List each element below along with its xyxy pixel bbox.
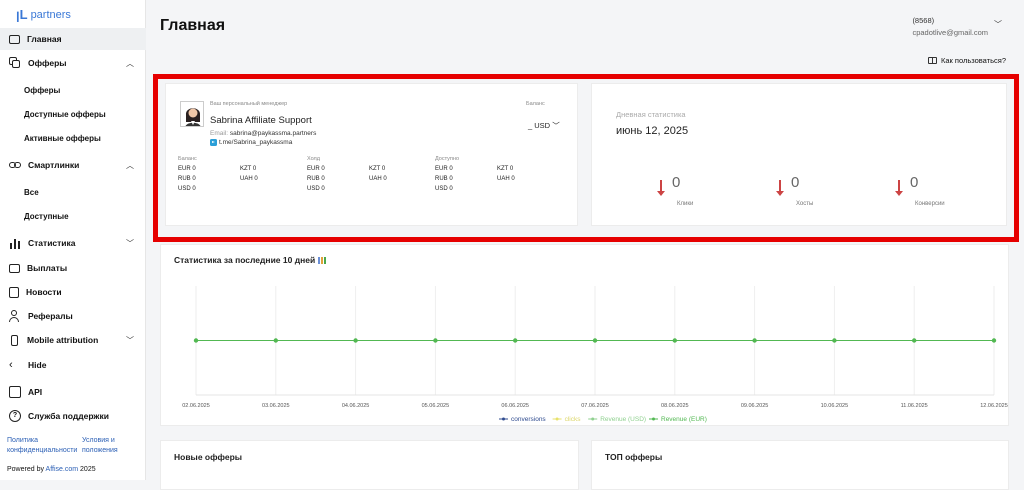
sidebar-item-label: Главная	[27, 34, 62, 44]
sidebar-item-label: Hide	[28, 360, 47, 370]
user-icon	[9, 310, 21, 322]
howto-label: Как пользоваться?	[940, 56, 1006, 65]
x-tick-label: 12.06.2025	[980, 403, 1008, 409]
user-email: cpadotlive@gmail.com	[912, 28, 988, 37]
sidebar-item-smartlinks[interactable]: Смартлинки ︿	[0, 154, 146, 176]
data-point	[991, 338, 997, 343]
offers-icon	[9, 57, 21, 69]
footer-links: Политика конфиденциальности Условия и по…	[7, 436, 142, 456]
phone-icon	[11, 334, 18, 346]
data-point	[433, 338, 438, 343]
page-title: Главная	[160, 17, 226, 34]
new-offers-card: Новые офферы	[160, 440, 579, 490]
sidebar-subitem-all[interactable]: Все	[24, 188, 39, 197]
sidebar-subitem-available-offers[interactable]: Доступные офферы	[24, 110, 106, 119]
sidebar-item-label: Mobile attribution	[27, 335, 99, 345]
logo-mark-icon: ꞁL	[16, 7, 28, 22]
sidebar-item-referrals[interactable]: Рефералы	[0, 305, 146, 327]
link-icon	[9, 159, 21, 171]
legend-label: Revenue (EUR)	[661, 416, 707, 423]
legend-marker	[502, 417, 505, 421]
sidebar-item-main[interactable]: Главная	[0, 28, 146, 50]
sidebar-item-payouts[interactable]: Выплаты	[0, 257, 146, 279]
legend-marker	[555, 417, 559, 421]
sidebar-item-statistics[interactable]: Статистика ﹀	[0, 232, 146, 254]
wallet-icon	[9, 263, 20, 273]
bar-chart-icon	[9, 237, 21, 249]
chevron-down-icon: ﹀	[126, 238, 134, 248]
logo[interactable]: ꞁL partners	[16, 6, 71, 24]
legend-marker	[591, 417, 595, 421]
top-offers-title: ТОП офферы	[605, 452, 663, 462]
chevron-down-icon[interactable]: ﹀	[994, 19, 1002, 30]
privacy-link[interactable]: Политика конфиденциальности	[7, 436, 77, 456]
sidebar: ꞁL partners Главная Офферы ︿ Офферы Дост…	[0, 0, 146, 480]
data-point	[273, 338, 278, 343]
sidebar-item-api[interactable]: API	[0, 381, 146, 403]
sidebar-item-mobile-attribution[interactable]: Mobile attribution ﹀	[0, 329, 146, 351]
main-content: Главная (8568) cpadotlive@gmail.com ﹀ Ка…	[147, 0, 1024, 490]
legend-label: clicks	[565, 416, 582, 423]
sidebar-item-support[interactable]: ? Служба поддержки	[0, 405, 146, 427]
x-tick-label: 07.06.2025	[581, 403, 609, 409]
powered-by: Powered by Affise.com 2025	[7, 466, 96, 473]
chevron-up-icon: ︿	[126, 58, 134, 68]
home-icon	[9, 34, 20, 44]
data-point	[353, 338, 358, 343]
data-point	[672, 338, 677, 343]
data-point	[912, 338, 917, 343]
sidebar-item-label: Новости	[26, 287, 62, 297]
sidebar-subitem-active-offers[interactable]: Активные офферы	[24, 134, 101, 143]
book-icon	[927, 57, 937, 64]
sidebar-item-label: Служба поддержки	[28, 411, 109, 421]
howto-link[interactable]: Как пользоваться?	[927, 56, 1006, 65]
powered-year: 2025	[78, 466, 96, 473]
x-tick-label: 04.06.2025	[342, 403, 370, 409]
sidebar-item-label: API	[28, 387, 43, 397]
sidebar-subitem-available[interactable]: Доступные	[24, 212, 69, 221]
x-tick-label: 03.06.2025	[262, 403, 290, 409]
sidebar-item-hide[interactable]: ‹ Hide	[0, 354, 146, 376]
sidebar-item-label: Рефералы	[28, 311, 73, 321]
sidebar-subitem-offers[interactable]: Офферы	[24, 86, 60, 95]
sidebar-item-label: Офферы	[28, 58, 67, 68]
logo-text: partners	[30, 9, 71, 21]
legend-label: Revenue (USD)	[600, 416, 646, 423]
terms-link[interactable]: Условия и положения	[82, 436, 142, 456]
sidebar-item-label: Выплаты	[27, 263, 68, 273]
data-point	[752, 338, 757, 343]
data-point	[193, 338, 199, 343]
legend-label: conversions	[511, 416, 546, 423]
x-tick-label: 10.06.2025	[821, 403, 849, 409]
x-tick-label: 02.06.2025	[182, 403, 210, 409]
user-menu[interactable]: (8568) cpadotlive@gmail.com	[912, 15, 988, 39]
chevron-down-icon: ﹀	[126, 335, 134, 345]
news-icon	[9, 286, 19, 298]
x-tick-label: 09.06.2025	[741, 403, 769, 409]
chart-card: Статистика за последние 10 дней 02.06.20…	[160, 244, 1009, 426]
line-chart: 02.06.2025 03.06.2025 04.06.2025 05.06.2025…	[182, 286, 1008, 423]
data-point	[513, 338, 518, 343]
data-point	[832, 338, 837, 343]
new-offers-title: Новые офферы	[174, 452, 243, 462]
x-tick-label: 11.06.2025	[901, 403, 928, 409]
help-icon: ?	[9, 410, 21, 422]
api-icon	[9, 386, 21, 398]
sidebar-item-offers[interactable]: Офферы ︿	[0, 52, 146, 74]
highlight-box	[153, 74, 1019, 242]
x-tick-label: 06.06.2025	[501, 403, 529, 409]
affise-link[interactable]: Affise.com	[46, 466, 79, 473]
data-point	[592, 338, 598, 343]
user-id: (8568)	[912, 16, 935, 25]
x-tick-label: 08.06.2025	[661, 403, 689, 409]
sidebar-item-news[interactable]: Новости	[0, 281, 146, 303]
sidebar-item-label: Статистика	[28, 238, 76, 248]
chevron-left-icon: ‹	[9, 359, 13, 371]
x-tick-label: 05.06.2025	[422, 403, 450, 409]
chevron-up-icon: ︿	[126, 160, 134, 170]
top-offers-card: ТОП офферы	[591, 440, 1009, 490]
sidebar-item-label: Смартлинки	[28, 160, 80, 170]
legend-marker	[652, 417, 655, 421]
powered-prefix: Powered by	[7, 466, 46, 473]
